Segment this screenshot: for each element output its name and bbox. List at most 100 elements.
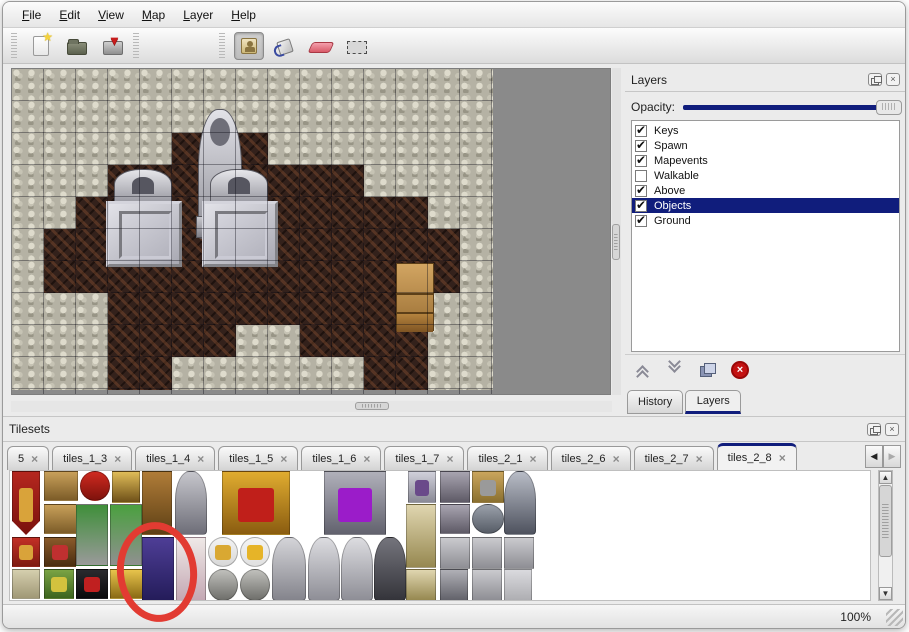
- layer-visibility-checkbox[interactable]: [635, 185, 647, 197]
- map-vertical-scrollbar[interactable]: [612, 68, 621, 395]
- rock-tile[interactable]: [140, 101, 173, 134]
- floor-tile[interactable]: [300, 261, 333, 294]
- rock-tile[interactable]: [268, 101, 301, 134]
- layer-row-spawn[interactable]: Spawn: [632, 138, 899, 153]
- menu-item-help[interactable]: Help: [222, 4, 265, 26]
- rock-tile[interactable]: [396, 165, 429, 198]
- rock-tile[interactable]: [460, 357, 493, 390]
- close-tab-icon[interactable]: ×: [280, 452, 287, 466]
- floor-tile[interactable]: [44, 261, 77, 294]
- palette-tile-plaque-tan[interactable]: [12, 569, 40, 599]
- tileset-tab-tiles_1_7[interactable]: tiles_1_7×: [384, 446, 464, 470]
- rock-tile[interactable]: [76, 69, 109, 102]
- toolbar-drag-handle[interactable]: [11, 33, 17, 59]
- palette-tile-slab-stone[interactable]: [440, 471, 470, 503]
- floor-tile[interactable]: [172, 293, 205, 326]
- rock-tile[interactable]: [44, 293, 77, 326]
- select-button[interactable]: [342, 32, 372, 60]
- rock-tile[interactable]: [332, 357, 365, 390]
- palette-tile-stone-tile[interactable]: [504, 569, 532, 601]
- menu-item-layer[interactable]: Layer: [174, 4, 222, 26]
- save-button[interactable]: [98, 32, 128, 60]
- rock-tile[interactable]: [364, 69, 397, 102]
- layer-row-objects[interactable]: Objects: [632, 198, 899, 213]
- rock-tile[interactable]: [268, 357, 301, 390]
- rock-tile[interactable]: [172, 357, 205, 390]
- rock-tile[interactable]: [332, 69, 365, 102]
- palette-tile-bush-plant[interactable]: [110, 504, 142, 566]
- floor-tile[interactable]: [300, 197, 333, 230]
- layer-visibility-checkbox[interactable]: [635, 200, 647, 212]
- palette-tile-sign-board[interactable]: [472, 471, 504, 503]
- floor-tile[interactable]: [140, 293, 173, 326]
- palette-tile-armor-pile[interactable]: [472, 504, 504, 534]
- tileset-tab-tiles_1_6[interactable]: tiles_1_6×: [301, 446, 381, 470]
- map-hscroll-thumb[interactable]: [355, 402, 389, 410]
- floor-tile[interactable]: [364, 325, 397, 358]
- floor-tile[interactable]: [332, 325, 365, 358]
- rock-tile[interactable]: [396, 133, 429, 166]
- close-tab-icon[interactable]: ×: [363, 452, 370, 466]
- rock-tile[interactable]: [236, 101, 269, 134]
- rock-tile[interactable]: [428, 357, 461, 390]
- rock-tile[interactable]: [460, 293, 493, 326]
- rock-tile[interactable]: [204, 69, 237, 102]
- floor-tile[interactable]: [76, 261, 109, 294]
- rock-tile[interactable]: [300, 69, 333, 102]
- floor-tile[interactable]: [300, 325, 333, 358]
- rock-tile[interactable]: [300, 101, 333, 134]
- rock-tile[interactable]: [300, 133, 333, 166]
- floor-tile[interactable]: [108, 325, 141, 358]
- layer-visibility-checkbox[interactable]: [635, 155, 647, 167]
- rock-tile[interactable]: [268, 69, 301, 102]
- map-sprite-cabinet[interactable]: [396, 263, 434, 331]
- layer-row-walkable[interactable]: Walkable: [632, 168, 899, 183]
- palette-tile-obelisk-large[interactable]: [406, 504, 436, 568]
- tileset-tab-tiles_2_7[interactable]: tiles_2_7×: [634, 446, 714, 470]
- rock-tile[interactable]: [460, 101, 493, 134]
- rock-tile[interactable]: [332, 101, 365, 134]
- floor-tile[interactable]: [140, 325, 173, 358]
- rock-tile[interactable]: [44, 101, 77, 134]
- toolbar-drag-handle[interactable]: [133, 33, 139, 59]
- floor-tile[interactable]: [108, 293, 141, 326]
- menu-item-view[interactable]: View: [89, 4, 133, 26]
- palette-tile-bed-white[interactable]: [176, 537, 206, 601]
- palette-tile-stone-ledge[interactable]: [504, 537, 534, 569]
- layer-visibility-checkbox[interactable]: [635, 140, 647, 152]
- rock-tile[interactable]: [44, 325, 77, 358]
- tileset-tab-tiles_1_4[interactable]: tiles_1_4×: [135, 446, 215, 470]
- delete-layer-icon[interactable]: ×: [731, 361, 749, 379]
- palette-tile-palm-plant[interactable]: [76, 504, 108, 566]
- map-sprite-platform[interactable]: [106, 201, 182, 267]
- palette-tile-statue-hooded[interactable]: [272, 537, 306, 601]
- rock-tile[interactable]: [236, 325, 269, 358]
- close-tab-icon[interactable]: ×: [114, 452, 121, 466]
- rock-tile[interactable]: [236, 69, 269, 102]
- rock-tile[interactable]: [108, 133, 141, 166]
- rock-tile[interactable]: [12, 197, 45, 230]
- move-layer-up-icon[interactable]: [635, 361, 653, 379]
- close-tab-icon[interactable]: ×: [31, 452, 38, 466]
- floor-tile[interactable]: [364, 293, 397, 326]
- palette-tile-stone-ledge[interactable]: [472, 569, 502, 601]
- rock-tile[interactable]: [76, 357, 109, 390]
- palette-tile-rock[interactable]: [240, 569, 270, 601]
- palette-tile-shrine-gold[interactable]: [112, 471, 140, 503]
- palette-tile-slab-stone[interactable]: [440, 504, 470, 534]
- tileset-tab-tiles_2_1[interactable]: tiles_2_1×: [467, 446, 547, 470]
- scroll-tabs-right-icon[interactable]: ▶: [883, 445, 901, 468]
- duplicate-layer-icon[interactable]: [699, 361, 717, 379]
- fill-button[interactable]: [270, 32, 300, 60]
- floor-tile[interactable]: [300, 229, 333, 262]
- floor-tile[interactable]: [428, 229, 461, 262]
- rock-tile[interactable]: [44, 357, 77, 390]
- map-vscroll-thumb[interactable]: [612, 224, 620, 260]
- layer-visibility-checkbox[interactable]: [635, 215, 647, 227]
- eraser-button[interactable]: [306, 32, 336, 60]
- rock-tile[interactable]: [172, 69, 205, 102]
- menu-item-edit[interactable]: Edit: [50, 4, 89, 26]
- menu-item-file[interactable]: File: [13, 4, 50, 26]
- tileset-tab-tiles_2_6[interactable]: tiles_2_6×: [551, 446, 631, 470]
- layer-row-keys[interactable]: Keys: [632, 123, 899, 138]
